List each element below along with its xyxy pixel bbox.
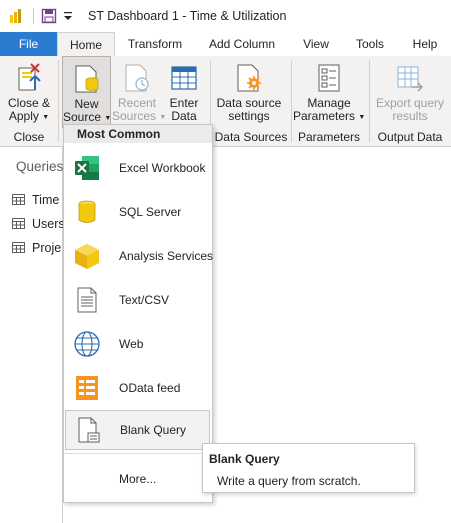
menu-item-label: Web xyxy=(119,337,144,351)
data-source-settings-label-2: settings xyxy=(228,109,270,123)
dropdown-header: Most Common xyxy=(64,125,212,143)
tab-tools[interactable]: Tools xyxy=(348,32,392,56)
close-apply-button[interactable]: Close & Apply ▼ xyxy=(2,56,56,128)
save-icon[interactable] xyxy=(41,8,57,24)
data-source-settings-button[interactable]: Data source settings xyxy=(213,56,285,128)
tooltip-text: Write a query from scratch. xyxy=(217,474,361,488)
window-title: ST Dashboard 1 - Time & Utilization xyxy=(88,9,287,23)
group-divider xyxy=(369,60,370,142)
export-query-label-2: results xyxy=(392,109,428,123)
export-icon xyxy=(397,66,423,92)
query-item-label: Users xyxy=(32,217,65,231)
chevron-down-icon: ▼ xyxy=(104,115,112,122)
tab-home[interactable]: Home xyxy=(57,32,115,56)
data-source-settings-icon xyxy=(237,64,261,92)
queries-header: Queries xyxy=(16,159,64,174)
menu-item-more[interactable]: More... xyxy=(119,472,156,486)
group-label-output-data: Output Data xyxy=(377,130,443,144)
menu-item-label: Text/CSV xyxy=(119,293,170,307)
query-item-users[interactable]: Users xyxy=(12,214,65,234)
new-source-button[interactable]: New Source ▼ xyxy=(62,56,111,128)
export-query-results-button[interactable]: Export query results xyxy=(372,56,448,128)
query-item-label: Proje xyxy=(32,241,62,255)
group-divider xyxy=(58,60,59,142)
manage-parameters-icon xyxy=(318,64,340,92)
tab-help[interactable]: Help xyxy=(404,32,446,56)
menu-item-label: OData feed xyxy=(119,381,181,395)
menu-item-blank-query[interactable]: Blank Query xyxy=(65,410,210,450)
query-item-projects[interactable]: Proje xyxy=(12,238,61,258)
new-source-dropdown: Most Common Excel Workbook SQL Server An… xyxy=(63,124,213,503)
power-bi-logo-icon xyxy=(10,9,21,23)
excel-icon xyxy=(75,156,99,180)
menu-item-analysis-services[interactable]: Analysis Services xyxy=(64,236,214,276)
chevron-down-icon: ▼ xyxy=(42,114,50,121)
recent-sources-button[interactable]: Recent Sources ▼ xyxy=(112,56,166,128)
manage-parameters-label-2: Parameters xyxy=(293,109,356,123)
ribbon-tabs: File Home Transform Add Column View Tool… xyxy=(0,32,451,56)
tooltip-blank-query: Blank Query Write a query from scratch. xyxy=(202,443,415,493)
title-divider xyxy=(33,8,34,24)
menu-item-label: Excel Workbook xyxy=(119,161,206,175)
query-item-time[interactable]: Time xyxy=(12,190,59,210)
group-label-parameters: Parameters xyxy=(297,130,361,144)
queries-pane: Queries Time Users Proje xyxy=(0,147,65,523)
text-file-icon xyxy=(77,287,97,313)
menu-item-odata-feed[interactable]: OData feed xyxy=(64,368,210,408)
enter-data-button[interactable]: Enter Data xyxy=(163,56,205,128)
recent-sources-label-1: Recent xyxy=(117,96,157,110)
menu-divider xyxy=(64,453,212,454)
enter-data-label-2: Data xyxy=(171,109,197,123)
new-source-label-2: Source xyxy=(63,110,102,124)
tab-file[interactable]: File xyxy=(0,32,57,56)
cube-icon xyxy=(75,244,99,269)
globe-icon xyxy=(74,331,100,357)
database-icon xyxy=(78,200,96,223)
query-item-label: Time xyxy=(32,193,60,207)
group-label-close: Close xyxy=(13,130,45,144)
menu-item-web[interactable]: Web xyxy=(64,324,210,364)
tooltip-title: Blank Query xyxy=(209,452,280,466)
tab-transform[interactable]: Transform xyxy=(120,32,190,56)
enter-data-label-1: Enter xyxy=(169,96,199,110)
manage-parameters-button[interactable]: Manage Parameters ▼ xyxy=(293,56,365,128)
table-icon xyxy=(12,194,25,205)
close-apply-label-2: Apply xyxy=(8,109,39,123)
group-label-data-sources: Data Sources xyxy=(214,130,288,144)
group-divider xyxy=(291,60,292,142)
menu-item-label: Blank Query xyxy=(120,423,187,437)
tab-view[interactable]: View xyxy=(294,32,338,56)
quick-access-menu-icon[interactable] xyxy=(63,10,73,22)
manage-parameters-label-1: Manage xyxy=(307,96,351,110)
chevron-down-icon: ▼ xyxy=(358,114,366,121)
export-query-label-1: Export query xyxy=(375,96,445,110)
table-icon xyxy=(12,242,25,253)
close-apply-label-1: Close & xyxy=(7,96,51,110)
data-source-settings-label-1: Data source xyxy=(216,96,282,110)
new-source-label-1: New xyxy=(74,97,99,111)
menu-item-excel-workbook[interactable]: Excel Workbook xyxy=(64,148,210,188)
table-icon xyxy=(171,66,197,90)
menu-item-sql-server[interactable]: SQL Server xyxy=(64,192,210,232)
tab-add-column[interactable]: Add Column xyxy=(202,32,282,56)
close-apply-icon xyxy=(18,63,41,91)
blank-query-icon xyxy=(78,417,100,443)
odata-icon xyxy=(76,376,98,400)
menu-item-label: Analysis Services xyxy=(119,249,214,263)
table-icon xyxy=(12,218,25,229)
title-bar: ST Dashboard 1 - Time & Utilization xyxy=(0,0,451,32)
menu-item-label: SQL Server xyxy=(119,205,182,219)
new-source-icon xyxy=(75,65,98,93)
recent-sources-label-2: Sources xyxy=(112,109,157,123)
menu-item-text-csv[interactable]: Text/CSV xyxy=(64,280,210,320)
recent-sources-icon xyxy=(125,64,149,92)
